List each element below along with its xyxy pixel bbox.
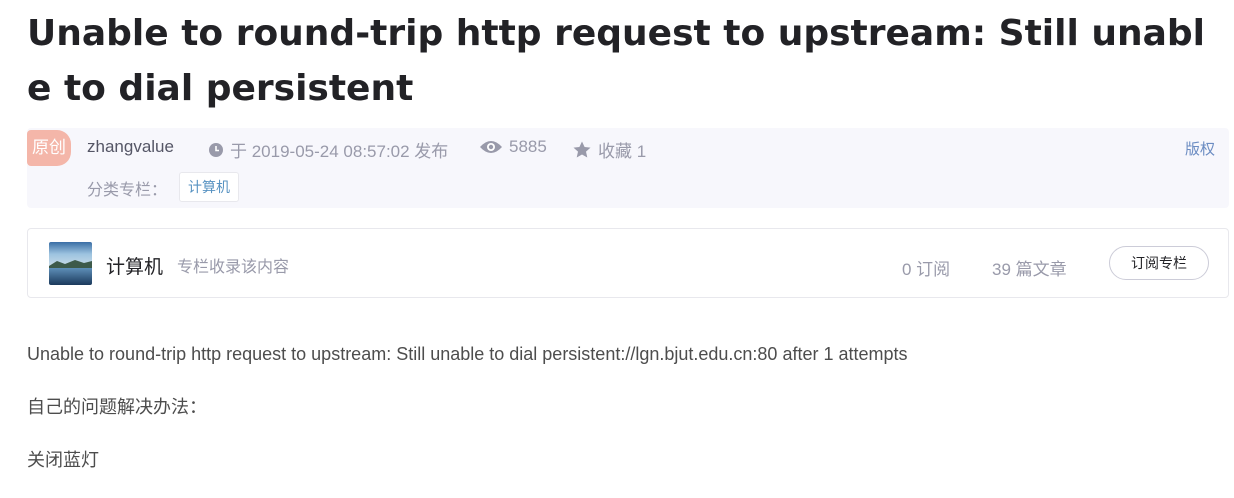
favorite-button[interactable]: 收藏 1 (572, 137, 646, 162)
view-count: 5885 (479, 137, 547, 157)
category-label: 分类专栏： (87, 182, 168, 199)
content-paragraph: Unable to round-trip http request to ups… (27, 344, 908, 364)
content-paragraph: 自己的问题解决办法： (27, 397, 207, 417)
copyright-link[interactable]: 版权 (1185, 138, 1215, 159)
eye-icon (480, 141, 502, 153)
column-thumbnail[interactable] (49, 242, 92, 285)
column-subscribers: 0 订阅 (902, 260, 951, 279)
original-badge: 原创 (27, 130, 71, 166)
article-title: Unable to round-trip http request to ups… (27, 13, 1206, 109)
content-paragraph: 关闭蓝灯 (27, 450, 99, 470)
category-tag[interactable]: 计算机 (179, 172, 239, 202)
column-card: 计算机 专栏收录该内容 0 订阅 39 篇文章 订阅专栏 (27, 228, 1229, 298)
view-count-text: 5885 (509, 137, 547, 156)
article-content: Unable to round-trip http request to ups… (27, 339, 1227, 498)
column-name[interactable]: 计算机 (106, 252, 163, 279)
favorite-count: 收藏 1 (598, 142, 647, 161)
column-description: 专栏收录该内容 (177, 259, 290, 276)
clock-icon (209, 142, 223, 157)
publish-time: 于 2019-05-24 08:57:02 发布 (208, 137, 448, 162)
author-link[interactable]: zhangvalue (87, 137, 174, 157)
star-icon (573, 141, 591, 157)
article-info-box: 原创 zhangvalue 于 2019-05-24 08:57:02 发布 5… (27, 128, 1229, 208)
subscribe-column-button[interactable]: 订阅专栏 (1109, 246, 1209, 280)
column-article-count: 39 篇文章 (992, 260, 1067, 279)
publish-time-text: 于 2019-05-24 08:57:02 发布 (230, 142, 449, 161)
